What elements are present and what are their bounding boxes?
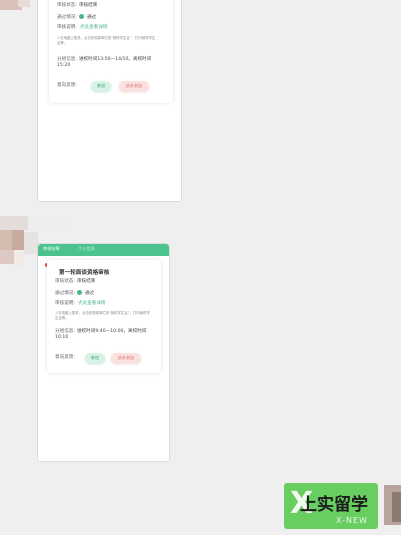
feedback-row: 意向反馈:	[57, 83, 77, 89]
group-key: 分组信息:	[57, 57, 77, 62]
instruction-note: 1.在电脑上登录，点击在侧菜单栏的“就时学生证”，打印就时学生证等。	[57, 36, 156, 45]
blurred-fragment-mid-3	[0, 230, 12, 250]
decline-button[interactable]: 放弃参加	[111, 353, 141, 363]
pass-value: 通过	[86, 15, 97, 20]
tab-personal-info[interactable]: 个人信息	[78, 246, 95, 252]
join-button[interactable]: 参加	[85, 353, 105, 363]
interview-review-card: 第一轮面谈资格审核 审核状态: 审核结束 通过情况: 通过 审核说明: 点此查看详情 …	[47, 260, 161, 373]
feedback-key: 意向反馈:	[55, 355, 75, 360]
phone-screenshot-top: 审核状态: 审核结束 通过情况: 通过 审核说明: 点此查看详情 1.在电脑上登录，点…	[37, 0, 182, 202]
watermark-logo: X 上实留学 X-NEW	[284, 483, 378, 529]
blurred-fragment-top-2	[18, 0, 30, 7]
status-value: 审核结束	[78, 3, 98, 8]
review-result-card: 审核状态: 审核结束 通过情况: 通过 审核说明: 点此查看详情 1.在电脑上登录，点…	[49, 0, 173, 103]
view-details-link[interactable]: 点此查看详情	[78, 301, 106, 306]
desc-row: 审核说明: 点此查看详情	[57, 25, 108, 31]
pass-value: 通过	[84, 291, 95, 296]
feedback-row: 意向反馈:	[55, 355, 75, 361]
pass-key: 通过情况:	[57, 15, 77, 20]
watermark-text: 上实留学	[300, 495, 368, 515]
status-key: 审核状态:	[55, 279, 75, 284]
desc-row: 审核说明: 点此查看详情	[55, 301, 106, 307]
tab-review-result[interactable]: 审核结果	[43, 246, 60, 252]
blurred-fragment-mid-2	[28, 216, 70, 232]
group-row: 分组信息: 进校时间13:50—14/10。离校时间15:20	[57, 57, 161, 69]
blurred-fragment-mid-4	[12, 230, 24, 250]
blurred-fragment-bottom-right-2	[392, 492, 401, 522]
feedback-key: 意向反馈:	[57, 83, 77, 88]
status-key: 审核状态:	[57, 3, 77, 8]
join-button[interactable]: 参加	[91, 81, 111, 91]
pass-row: 通过情况: 通过	[55, 290, 94, 297]
pass-row: 通过情况: 通过	[57, 14, 96, 21]
status-row: 审核状态: 审核结束	[57, 3, 97, 9]
status-value: 审核结束	[76, 279, 96, 284]
watermark-subtext: X-NEW	[336, 516, 368, 525]
decline-button[interactable]: 放弃参加	[119, 81, 149, 91]
group-row: 分组信息: 进校时间9:40—10:00，离校时间10:10	[55, 329, 155, 341]
status-row: 审核状态: 审核结束	[55, 279, 95, 285]
blurred-fragment-mid-6	[0, 250, 14, 264]
check-circle-icon	[78, 14, 84, 19]
view-details-link[interactable]: 点此查看详情	[80, 25, 108, 30]
phone-screenshot-bottom: 审核结果 个人信息 第一轮面谈资格审核 审核状态: 审核结束 通过情况: 通过 审核…	[37, 243, 170, 462]
check-circle-icon	[76, 290, 82, 295]
blurred-fragment-mid-5	[24, 232, 38, 254]
group-key: 分组信息:	[55, 329, 75, 334]
tab-bar: 审核结果 个人信息	[38, 244, 169, 256]
blurred-fragment-mid-1	[0, 216, 30, 230]
desc-key: 审核说明:	[55, 301, 75, 306]
pass-key: 通过情况:	[55, 291, 75, 296]
instruction-note: 1.在电脑上登录，点击在侧菜单栏的“就时学生证”，打印就时学生证等。	[55, 311, 150, 320]
card-title: 第一轮面谈资格审核	[59, 270, 110, 276]
desc-key: 审核说明:	[57, 25, 77, 30]
blurred-fragment-mid-7	[14, 252, 24, 268]
